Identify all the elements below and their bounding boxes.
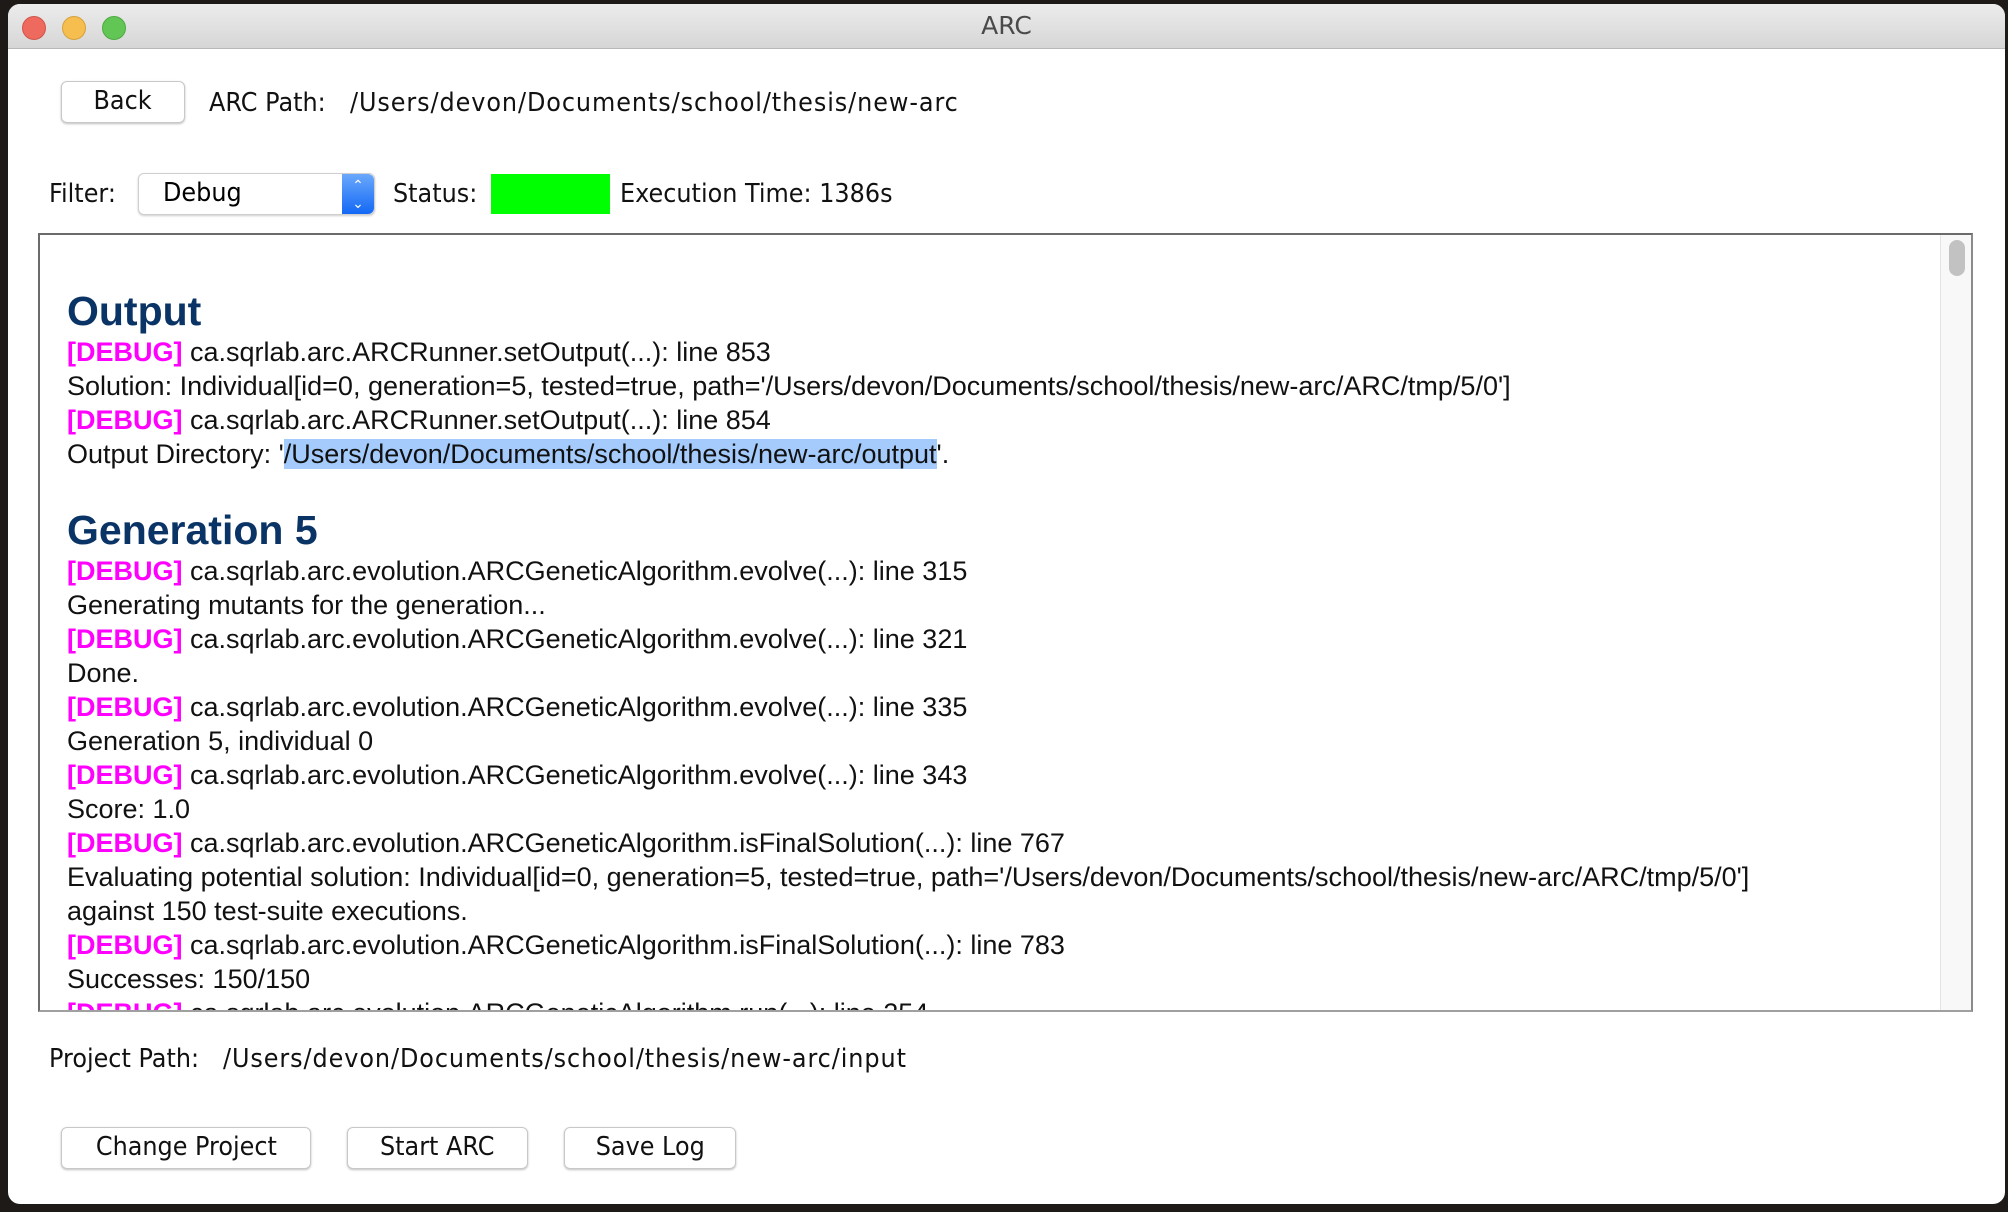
log-debug-line: [DEBUG] ca.sqrlab.arc.evolution.ARCGenet… — [67, 758, 1947, 792]
log-debug-line: [DEBUG] ca.sqrlab.arc.evolution.ARCGenet… — [67, 690, 1947, 724]
status-label: Status: — [393, 179, 478, 209]
arc-path-label: ARC Path: — [209, 88, 326, 118]
log-text: Solution: Individual[id=0, generation=5,… — [67, 371, 1511, 401]
debug-tag: [DEBUG] — [67, 556, 183, 586]
title-bar: ARC — [8, 4, 2005, 49]
start-arc-label: Start ARC — [380, 1132, 495, 1162]
debug-tag: [DEBUG] — [67, 930, 183, 960]
debug-tag: [DEBUG] — [67, 405, 183, 435]
log-message-line: Successes: 150/150 — [67, 962, 1947, 996]
log-debug-line: [DEBUG] ca.sqrlab.arc.ARCRunner.setOutpu… — [67, 335, 1947, 369]
status-indicator — [491, 174, 610, 214]
log-text: Score: 1.0 — [67, 794, 191, 824]
log-text: ca.sqrlab.arc.evolution.ARCGeneticAlgori… — [182, 692, 968, 722]
log-panel[interactable]: Output [DEBUG] ca.sqrlab.arc.ARCRunner.se… — [38, 233, 1973, 1012]
change-project-label: Change Project — [95, 1132, 277, 1162]
log-text: ca.sqrlab.arc.evolution.ARCGeneticAlgori… — [183, 998, 928, 1010]
debug-tag: [DEBUG] — [67, 828, 183, 858]
project-path-value: /Users/devon/Documents/school/thesis/new… — [223, 1044, 907, 1074]
back-button-label: Back — [93, 86, 153, 116]
window-title: ARC — [981, 11, 1032, 40]
debug-tag: [DEBUG] — [67, 998, 183, 1010]
save-log-button[interactable]: Save Log — [564, 1127, 736, 1169]
log-text: Evaluating potential solution: Individua… — [67, 862, 1750, 892]
log-content: Output [DEBUG] ca.sqrlab.arc.ARCRunner.se… — [67, 287, 1947, 1010]
log-message-line: against 150 test-suite executions. — [67, 894, 1947, 928]
arc-path-value: /Users/devon/Documents/school/thesis/new… — [350, 88, 959, 118]
execution-time-label: Execution Time: — [620, 179, 812, 209]
execution-time: Execution Time: 1386s — [620, 174, 893, 214]
log-message-line: Done. — [67, 656, 1947, 690]
log-text: ca.sqrlab.arc.evolution.ARCGeneticAlgori… — [182, 624, 968, 654]
log-section-heading: Output — [67, 288, 202, 334]
project-path-label: Project Path: — [49, 1044, 200, 1074]
log-debug-line: [DEBUG] ca.sqrlab.arc.evolution.ARCGenet… — [67, 554, 1947, 588]
log-text: Generating mutants for the generation... — [67, 590, 546, 620]
log-debug-line: [DEBUG] ca.sqrlab.arc.ARCRunner.setOutpu… — [67, 403, 1947, 437]
log-message-line: Evaluating potential solution: Individua… — [67, 860, 1947, 894]
log-debug-line: [DEBUG] ca.sqrlab.arc.evolution.ARCGenet… — [67, 928, 1947, 962]
log-message-line: Generating mutants for the generation... — [67, 588, 1947, 622]
log-message-line: Generation 5, individual 0 — [67, 724, 1947, 758]
change-project-button[interactable]: Change Project — [61, 1127, 311, 1169]
debug-tag: [DEBUG] — [67, 760, 183, 790]
debug-tag: [DEBUG] — [67, 692, 183, 722]
log-text: ca.sqrlab.arc.ARCRunner.setOutput(...): … — [182, 405, 771, 435]
log-text: ca.sqrlab.arc.ARCRunner.setOutput(...): … — [182, 337, 771, 367]
log-message-line: Score: 1.0 — [67, 792, 1947, 826]
log-debug-line: [DEBUG] ca.sqrlab.arc.evolution.ARCGenet… — [67, 622, 1947, 656]
start-arc-button[interactable]: Start ARC — [347, 1127, 528, 1169]
debug-tag: [DEBUG] — [67, 624, 183, 654]
log-text-suffix: '. — [936, 439, 950, 469]
log-text: against 150 test-suite executions. — [67, 896, 468, 926]
log-message-line: Output Directory: '/Users/devon/Document… — [67, 437, 1947, 471]
selected-text[interactable]: /Users/devon/Documents/school/thesis/new… — [283, 439, 937, 469]
save-log-label: Save Log — [595, 1132, 705, 1162]
execution-time-value: 1386s — [819, 179, 893, 209]
log-debug-line: [DEBUG] ca.sqrlab.arc.evolution.ARCGenet… — [67, 826, 1947, 860]
log-text: Output Directory: ' — [67, 439, 284, 469]
log-text: ca.sqrlab.arc.evolution.ARCGeneticAlgori… — [182, 556, 968, 586]
scrollbar-thumb[interactable] — [1949, 240, 1965, 276]
log-debug-line: [DEBUG] ca.sqrlab.arc.evolution.ARCGenet… — [67, 996, 1947, 1010]
log-section-heading: Generation 5 — [67, 507, 318, 553]
log-text: ca.sqrlab.arc.evolution.ARCGeneticAlgori… — [182, 828, 1065, 858]
log-text: ca.sqrlab.arc.evolution.ARCGeneticAlgori… — [182, 930, 1065, 960]
filter-selected-value: Debug — [163, 178, 242, 208]
back-button[interactable]: Back — [61, 81, 185, 123]
log-text: ca.sqrlab.arc.evolution.ARCGeneticAlgori… — [182, 760, 968, 790]
chevron-up-down-icon: ⌃ ⌄ — [342, 174, 374, 214]
debug-tag: [DEBUG] — [67, 337, 183, 367]
log-message-line: Solution: Individual[id=0, generation=5,… — [67, 369, 1947, 403]
log-text: Done. — [67, 658, 140, 688]
log-text: Generation 5, individual 0 — [67, 726, 374, 756]
arc-window: ARC Back ARC Path: /Users/devon/Document… — [8, 4, 2005, 1204]
log-scrollbar[interactable] — [1940, 235, 1971, 1010]
filter-label: Filter: — [49, 179, 116, 209]
filter-select[interactable]: Debug ⌃ ⌄ — [138, 173, 375, 215]
log-text: Successes: 150/150 — [67, 964, 311, 994]
